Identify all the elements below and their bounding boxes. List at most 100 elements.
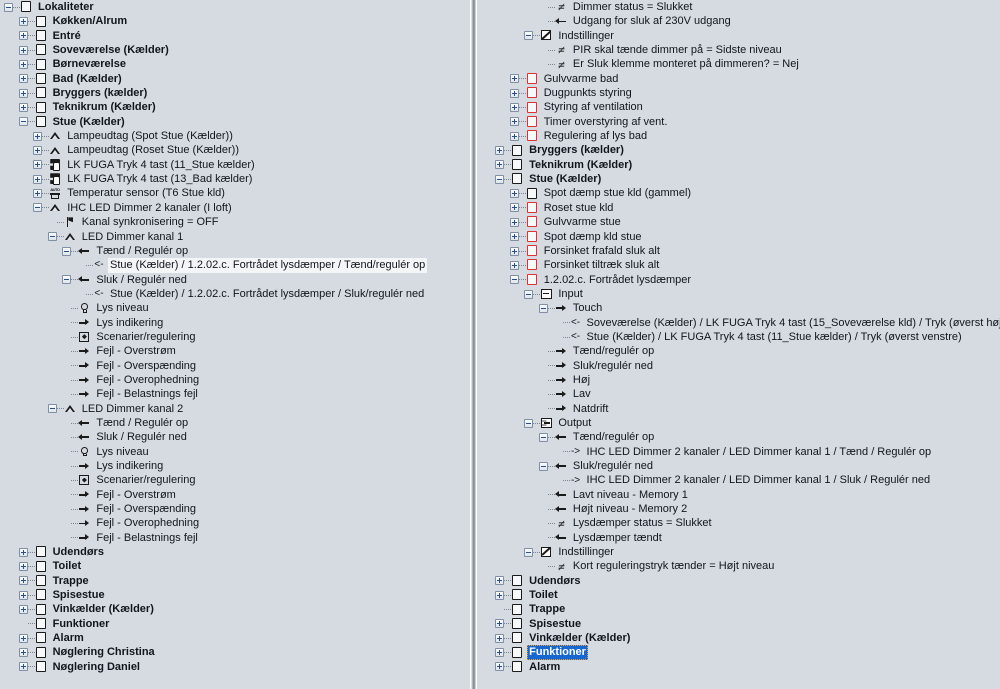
tree-row[interactable]: Natdrift xyxy=(477,402,1000,416)
collapse-icon[interactable] xyxy=(524,31,534,41)
tree-row[interactable]: Gulvvarme stue xyxy=(477,215,1000,229)
collapse-icon[interactable] xyxy=(62,275,72,285)
collapse-icon[interactable] xyxy=(538,461,548,471)
functions-tree[interactable]: ≠ Dimmer status = Slukket Udgang for sluk … xyxy=(477,0,1000,674)
tree-row[interactable]: Lampeudtag (Roset Stue (Kælder)) xyxy=(0,143,470,157)
tree-row[interactable]: LK FUGA Tryk 4 tast (11_Stue kælder) xyxy=(0,158,470,172)
tree-row[interactable]: Trappe xyxy=(0,574,470,588)
tree-row[interactable]: Køkken/Alrum xyxy=(0,14,470,28)
tree-row[interactable]: Lav xyxy=(477,387,1000,401)
collapse-icon[interactable] xyxy=(33,203,43,213)
collapse-icon[interactable] xyxy=(509,275,519,285)
tree-row[interactable]: Roset stue kld xyxy=(477,201,1000,215)
tree-row[interactable]: Lavt niveau - Memory 1 xyxy=(477,488,1000,502)
tree-row[interactable]: <- Stue (Kælder) / 1.2.02.c. Fortrådet ly… xyxy=(0,258,470,273)
tree-row[interactable]: Bad (Kælder) xyxy=(0,72,470,86)
tree-row[interactable]: -> IHC LED Dimmer 2 kanaler / LED Dimmer … xyxy=(477,445,1000,459)
collapse-icon[interactable] xyxy=(524,418,534,428)
tree-row[interactable]: Indstillinger xyxy=(477,29,1000,43)
tree-row[interactable]: ≠ PIR skal tænde dimmer på = Sidste nivea… xyxy=(477,43,1000,57)
expand-icon[interactable] xyxy=(18,662,28,672)
expand-icon[interactable] xyxy=(18,590,28,600)
expand-icon[interactable] xyxy=(18,45,28,55)
tree-row[interactable]: Nøglering Christina xyxy=(0,645,470,659)
tree-row[interactable]: LED Dimmer kanal 2 xyxy=(0,402,470,416)
tree-row[interactable]: Tænd / Regulér op xyxy=(0,416,470,430)
expand-icon[interactable] xyxy=(18,74,28,84)
expand-icon[interactable] xyxy=(495,648,505,658)
tree-row[interactable]: Spisestue xyxy=(477,617,1000,631)
right-tree-panel[interactable]: ≠ Dimmer status = Slukket Udgang for sluk … xyxy=(475,0,1000,689)
expand-icon[interactable] xyxy=(509,88,519,98)
tree-row[interactable]: Fejl - Overophedning xyxy=(0,373,470,387)
tree-row[interactable]: Lampeudtag (Spot Stue (Kælder)) xyxy=(0,129,470,143)
expand-icon[interactable] xyxy=(509,189,519,199)
tree-row[interactable]: Lys indikering xyxy=(0,459,470,473)
tree-row[interactable]: Tænd/regulér op xyxy=(477,430,1000,444)
tree-row[interactable]: Funktioner xyxy=(0,617,470,631)
collapse-icon[interactable] xyxy=(524,547,534,557)
expand-icon[interactable] xyxy=(18,576,28,586)
tree-row[interactable]: Forsinket frafald sluk alt xyxy=(477,244,1000,258)
tree-row[interactable]: Regulering af lys bad xyxy=(477,129,1000,143)
tree-row[interactable]: Lys indikering xyxy=(0,316,470,330)
tree-row[interactable]: LK FUGA Tryk 4 tast (13_Bad kælder) xyxy=(0,172,470,186)
expand-icon[interactable] xyxy=(18,648,28,658)
tree-row[interactable]: Fejl - Overstrøm xyxy=(0,344,470,358)
tree-row[interactable]: Fejl - Overspænding xyxy=(0,502,470,516)
tree-row[interactable]: Spot dæmp kld stue xyxy=(477,230,1000,244)
tree-row[interactable]: Fejl - Overstrøm xyxy=(0,488,470,502)
locations-tree[interactable]: Lokaliteter Køkken/Alrum Entré Soveværelse … xyxy=(0,0,470,674)
expand-icon[interactable] xyxy=(509,217,519,227)
expand-icon[interactable] xyxy=(509,117,519,127)
expand-icon[interactable] xyxy=(18,31,28,41)
tree-row[interactable]: Udendørs xyxy=(0,545,470,559)
collapse-icon[interactable] xyxy=(47,404,57,414)
tree-row[interactable]: Bryggers (kælder) xyxy=(0,86,470,100)
expand-icon[interactable] xyxy=(509,74,519,84)
expand-icon[interactable] xyxy=(509,103,519,113)
collapse-icon[interactable] xyxy=(18,117,28,127)
tree-row[interactable]: LED Dimmer kanal 1 xyxy=(0,230,470,244)
collapse-icon[interactable] xyxy=(4,2,13,12)
tree-row[interactable]: -> IHC LED Dimmer 2 kanaler / LED Dimmer … xyxy=(477,473,1000,487)
tree-row[interactable]: Sluk/regulér ned xyxy=(477,459,1000,473)
tree-row[interactable]: Vinkælder (Kælder) xyxy=(477,631,1000,645)
tree-row[interactable]: ≠ Lysdæmper status = Slukket xyxy=(477,516,1000,531)
tree-row[interactable]: ≠ Er Sluk klemme monteret på dimmeren? = … xyxy=(477,57,1000,72)
tree-row[interactable]: Vinkælder (Kælder) xyxy=(0,602,470,616)
tree-row[interactable]: Teknikrum (Kælder) xyxy=(0,100,470,114)
tree-row[interactable]: Teknikrum (Kælder) xyxy=(477,158,1000,172)
tree-row[interactable]: Lys niveau xyxy=(0,301,470,315)
tree-row[interactable]: Sluk / Regulér ned xyxy=(0,430,470,444)
tree-row[interactable]: AUTO Temperatur sensor (T6 Stue kld) xyxy=(0,186,470,200)
collapse-icon[interactable] xyxy=(524,289,534,299)
tree-row[interactable]: 1.2.02.c. Fortrådet lysdæmper xyxy=(477,273,1000,287)
expand-icon[interactable] xyxy=(509,203,519,213)
expand-icon[interactable] xyxy=(18,103,28,113)
expand-icon[interactable] xyxy=(33,160,43,170)
expand-icon[interactable] xyxy=(18,17,28,27)
tree-row[interactable]: Output xyxy=(477,416,1000,430)
tree-row[interactable]: Toilet xyxy=(477,588,1000,602)
tree-row[interactable]: Touch xyxy=(477,301,1000,315)
expand-icon[interactable] xyxy=(18,562,28,572)
tree-row[interactable]: Fejl - Belastnings fejl xyxy=(0,531,470,545)
tree-row[interactable]: Dugpunkts styring xyxy=(477,86,1000,100)
left-tree-panel[interactable]: Lokaliteter Køkken/Alrum Entré Soveværelse … xyxy=(0,0,471,689)
tree-row[interactable]: Forsinket tiltræk sluk alt xyxy=(477,258,1000,272)
expand-icon[interactable] xyxy=(18,60,28,70)
tree-row[interactable]: Udendørs xyxy=(477,574,1000,588)
tree-row[interactable]: Lysdæmper tændt xyxy=(477,531,1000,545)
tree-row[interactable]: Børneværelse xyxy=(0,57,470,71)
collapse-icon[interactable] xyxy=(62,246,72,256)
expand-icon[interactable] xyxy=(495,633,505,643)
tree-row[interactable]: Fejl - Overspænding xyxy=(0,359,470,373)
tree-row[interactable]: Input xyxy=(477,287,1000,301)
tree-row[interactable]: <- Stue (Kælder) / LK FUGA Tryk 4 tast (1… xyxy=(477,330,1000,344)
tree-row[interactable]: Sluk/regulér ned xyxy=(477,359,1000,373)
tree-row[interactable]: Gulvvarme bad xyxy=(477,72,1000,86)
expand-icon[interactable] xyxy=(509,131,519,141)
tree-row[interactable]: Lys niveau xyxy=(0,445,470,459)
tree-row[interactable]: Soveværelse (Kælder) xyxy=(0,43,470,57)
